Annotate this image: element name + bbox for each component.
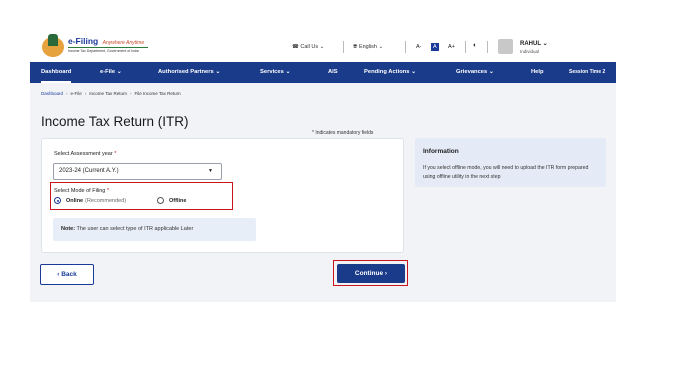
information-body: If you select offline mode, you will nee… [423, 165, 589, 180]
nav-services-label: Services [260, 69, 284, 75]
phone-icon: ☎ [292, 44, 299, 50]
information-panel: Information If you select offline mode, … [415, 138, 606, 187]
nav-pending-actions-label: Pending Actions [364, 69, 410, 75]
contrast-icon[interactable]: ◐ [473, 42, 477, 49]
nav-grievances-label: Grievances [456, 69, 488, 75]
chevron-right-icon: › [129, 91, 132, 96]
note-title: Note: [61, 226, 76, 232]
font-decrease-button[interactable]: A- [416, 44, 422, 50]
continue-button[interactable]: Continue › [337, 264, 405, 283]
divider [405, 41, 406, 53]
nav-grievances[interactable]: Grievances ⌄ [456, 62, 494, 83]
nav-authorised-partners-label: Authorised Partners [158, 69, 214, 75]
note-text: Note: The user can select type of ITR ap… [61, 226, 193, 232]
chevron-left-icon: ‹ [57, 271, 60, 278]
divider [487, 41, 488, 53]
font-increase-button[interactable]: A+ [448, 44, 455, 50]
logo-title-text: e-Filing [68, 36, 99, 46]
online-hint: (Recommended) [85, 197, 127, 204]
breadcrumb-current: File Income Tax Return [134, 91, 181, 96]
globe-icon: 🌐︎ [353, 44, 358, 50]
divider [343, 41, 344, 53]
note-body: The user can select type of ITR applicab… [76, 226, 194, 232]
chevron-down-icon: ⌄ [319, 44, 325, 50]
logo-tagline: Anywhere Anytime [102, 40, 145, 46]
chevron-right-icon: › [384, 270, 388, 277]
breadcrumb: Dashboard › e-File › Income Tax Return › File … [41, 91, 181, 96]
breadcrumb-dashboard[interactable]: Dashboard [41, 91, 63, 96]
chevron-down-icon: ⌄ [285, 69, 291, 75]
nav-ais[interactable]: AIS [328, 62, 338, 83]
continue-label: Continue [354, 270, 384, 277]
chevron-right-icon: › [66, 91, 68, 96]
radio-unselected-icon [157, 197, 164, 204]
assessment-year-label-text: Select Assessment year [54, 151, 113, 157]
page-title: Income Tax Return (ITR) [41, 114, 189, 129]
call-us-menu[interactable]: ☎ Call Us ⌄ [292, 44, 324, 50]
chevron-down-icon: ⌄ [411, 69, 417, 75]
filing-mode-label: Select Mode of Filing * [54, 188, 109, 194]
caret-down-icon: ▼ [208, 168, 213, 174]
logo-title: e-Filing Anywhere Anytime [68, 37, 148, 46]
user-name: RAHUL [520, 41, 541, 47]
radio-online[interactable]: Online (Recommended) [54, 197, 126, 204]
nav-help[interactable]: Help [531, 62, 544, 83]
session-time-label: Session Time [569, 69, 602, 75]
language-label: English [358, 44, 377, 50]
call-us-label: Call Us [300, 44, 319, 50]
information-title: Information [423, 148, 459, 155]
user-menu[interactable]: RAHUL ⌄ [520, 40, 548, 47]
session-timer: Session Time 2 [569, 62, 605, 83]
chevron-right-icon: › [84, 91, 87, 96]
filing-form-card: Select Assessment year * 2023-24 (Curren… [41, 138, 404, 253]
logo-subtitle: Income Tax Department, Government of Ind… [68, 49, 139, 53]
back-label: Back [61, 271, 77, 278]
required-marker: * [114, 151, 117, 157]
chevron-down-icon: ⌄ [116, 69, 122, 75]
chevron-down-icon: ⌄ [378, 44, 384, 50]
breadcrumb-income-tax-return[interactable]: Income Tax Return [89, 91, 127, 96]
main-nav: Dashboard e-File ⌄ Authorised Partners ⌄… [30, 62, 616, 83]
back-button[interactable]: ‹ Back [40, 264, 94, 285]
font-normal-button[interactable]: A [431, 43, 439, 51]
breadcrumb-e-file[interactable]: e-File [71, 91, 82, 96]
nav-authorised-partners[interactable]: Authorised Partners ⌄ [158, 62, 220, 83]
note-box: Note: The user can select type of ITR ap… [53, 218, 256, 241]
language-menu[interactable]: 🌐︎ English ⌄ [353, 44, 383, 51]
offline-label: Offline [169, 197, 187, 204]
chevron-down-icon: ⌄ [542, 41, 548, 47]
chevron-down-icon: ⌄ [488, 69, 494, 75]
app-frame: e-Filing Anywhere Anytime Income Tax Dep… [30, 32, 616, 302]
mandatory-note: * Indicates mandatory fields [312, 130, 374, 136]
radio-selected-icon [54, 197, 61, 204]
nav-services[interactable]: Services ⌄ [260, 62, 290, 83]
required-marker: * [106, 188, 110, 194]
assessment-year-select[interactable]: 2023-24 (Current A.Y.) ▼ [53, 163, 222, 180]
session-time-value: 2 [602, 69, 606, 75]
avatar[interactable] [498, 39, 513, 54]
assessment-year-label: Select Assessment year * [54, 151, 116, 157]
chevron-down-icon: ⌄ [215, 69, 221, 75]
radio-offline[interactable]: Offline [157, 197, 186, 204]
efiling-logo[interactable]: e-Filing Anywhere Anytime Income Tax Dep… [42, 34, 148, 57]
online-label: Online [66, 197, 84, 204]
divider [465, 41, 466, 53]
logo-divider [68, 47, 148, 48]
nav-dashboard[interactable]: Dashboard [41, 62, 72, 83]
emblem-icon [42, 34, 64, 57]
nav-e-file[interactable]: e-File ⌄ [100, 62, 122, 83]
assessment-year-value: 2023-24 (Current A.Y.) [59, 168, 119, 174]
filing-mode-label-text: Select Mode of Filing [54, 188, 106, 194]
mode-highlight-box [50, 182, 233, 210]
nav-e-file-label: e-File [100, 69, 116, 75]
nav-pending-actions[interactable]: Pending Actions ⌄ [364, 62, 416, 83]
top-header: e-Filing Anywhere Anytime Income Tax Dep… [30, 32, 616, 62]
user-role: Individual [520, 49, 540, 54]
